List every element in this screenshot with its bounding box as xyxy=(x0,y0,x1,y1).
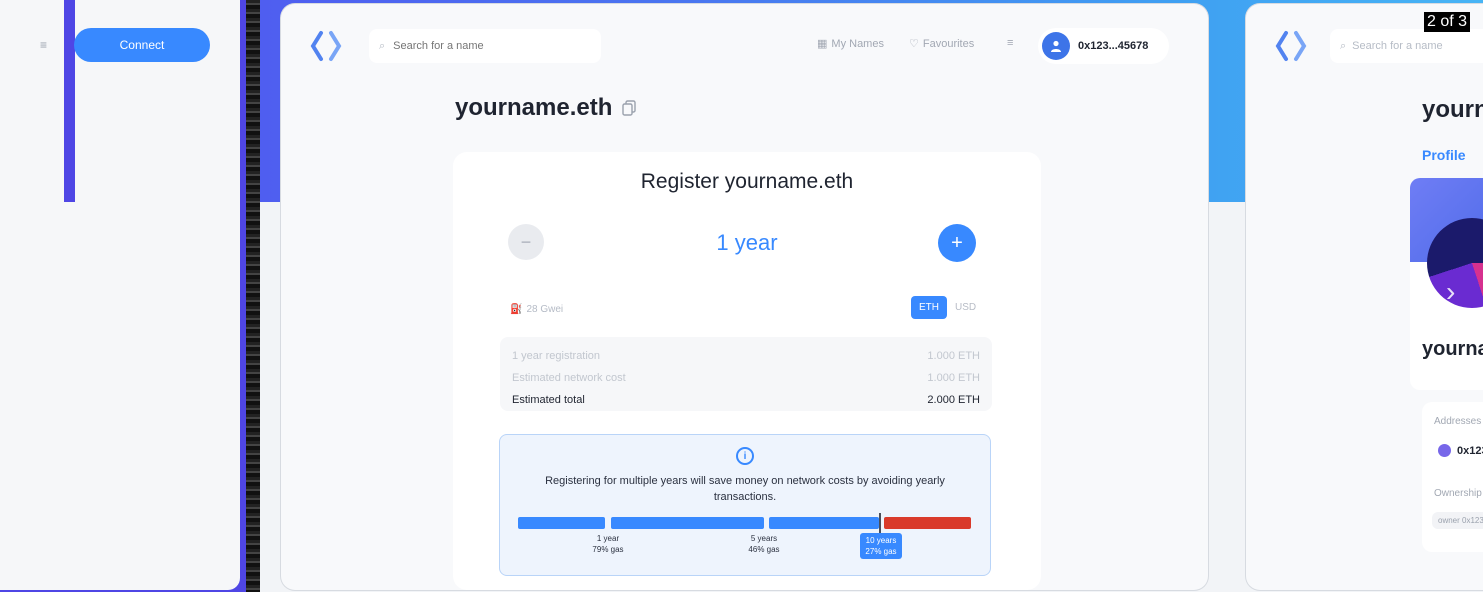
savings-mark: 1 year 79% gas xyxy=(590,533,626,555)
nav-my-names[interactable]: ▦ My Names xyxy=(817,37,884,51)
savings-mark: 5 years 46% gas xyxy=(746,533,782,555)
ens-logo-icon xyxy=(1275,31,1307,61)
accent-bar xyxy=(64,0,75,202)
invoice-total-row: Estimated total 2.000 ETH xyxy=(512,389,980,411)
invoice-table: 1 year registration 1.000 ETH Estimated … xyxy=(500,337,992,411)
search-icon: ⌕ xyxy=(379,39,386,52)
nav-favourites-label: Favourites xyxy=(922,37,975,50)
tab-profile[interactable]: Profile xyxy=(1422,147,1466,163)
duration-slider-handle[interactable] xyxy=(879,513,881,533)
slide-counter: 2 of 3 xyxy=(1424,12,1471,32)
copy-icon[interactable] xyxy=(622,100,637,116)
registration-heading: Register yourname.eth xyxy=(640,170,854,193)
profile-records: Addresses 0x123...45678 Ownership owner … xyxy=(1422,402,1483,552)
invoice-label: Estimated total xyxy=(512,394,585,406)
increase-years-button[interactable]: + xyxy=(938,224,976,262)
menu-icon[interactable]: ≡ xyxy=(40,38,47,52)
menu-button[interactable]: ≡ xyxy=(1007,37,1013,49)
invoice-value: 1.000 ETH xyxy=(927,372,980,384)
slide-current: ⌕ ▦ My Names ♡ Favourites ≡ 0x123...4567… xyxy=(281,4,1208,590)
ens-logo-icon[interactable] xyxy=(309,29,343,63)
savings-info-box: i Registering for multiple years will sa… xyxy=(499,434,991,576)
savings-segment-extra xyxy=(884,517,971,529)
search-bar[interactable]: ⌕ Search for a name xyxy=(1330,29,1483,63)
connect-button[interactable]: Connect xyxy=(74,28,210,62)
savings-segment xyxy=(611,517,764,529)
currency-eth[interactable]: ETH xyxy=(911,296,947,319)
savings-mark-sub: 27% gas xyxy=(865,547,897,556)
heart-icon: ♡ xyxy=(909,38,919,50)
nav-my-names-label: My Names xyxy=(831,37,884,50)
gas-price: ⛽ 28 Gwei xyxy=(510,304,563,315)
invoice-value: 2.000 ETH xyxy=(927,394,980,406)
invoice-value: 1.000 ETH xyxy=(927,350,980,362)
address-value: 0x123...45678 xyxy=(1457,444,1483,457)
page-title: yourname.eth xyxy=(1422,96,1483,123)
owner-chip[interactable]: owner 0x123...45678 xyxy=(1432,512,1483,529)
currency-usd[interactable]: USD xyxy=(949,296,982,319)
savings-mark-sub: 46% gas xyxy=(748,545,780,554)
savings-mark-label: 10 years xyxy=(865,536,897,545)
invoice-row: 1 year registration 1.000 ETH xyxy=(512,345,980,367)
search-placeholder: Search for a name xyxy=(1352,40,1443,52)
next-slide-arrow-icon[interactable]: › xyxy=(1446,276,1455,308)
registration-card: Register yourname.eth − 1 year + ⛽ 28 Gw… xyxy=(453,152,1041,590)
addresses-label: Addresses xyxy=(1434,416,1482,427)
page-title: yourname.eth xyxy=(455,94,637,122)
invoice-row: Estimated network cost 1.000 ETH xyxy=(512,367,980,389)
savings-mark-label: 5 years xyxy=(750,534,778,543)
address-chip[interactable]: 0x123...45678 xyxy=(1438,444,1483,457)
avatar xyxy=(1042,32,1070,60)
savings-mark-selected: 10 years 27% gas xyxy=(860,533,902,559)
eth-icon xyxy=(1438,444,1451,457)
savings-mark-label: 1 year xyxy=(596,534,620,543)
user-icon xyxy=(1051,40,1061,52)
search-icon: ⌕ xyxy=(1340,39,1347,52)
invoice-label: Estimated network cost xyxy=(512,372,626,384)
background-divider xyxy=(246,0,260,592)
search-input[interactable] xyxy=(391,39,576,53)
savings-segment xyxy=(518,517,605,529)
info-icon: i xyxy=(736,447,754,465)
savings-segment xyxy=(769,517,879,529)
profile-name: yourname.eth xyxy=(1422,338,1483,360)
wallet-button[interactable]: 0x123...45678 xyxy=(1038,28,1169,64)
menu-icon: ≡ xyxy=(1007,37,1014,49)
wallet-address: 0x123...45678 xyxy=(1078,40,1149,52)
slide-previous[interactable]: ≡ Connect xyxy=(0,0,240,590)
ownership-label: Ownership xyxy=(1434,488,1482,499)
search-bar[interactable]: ⌕ xyxy=(369,29,601,63)
gas-price-label: 28 Gwei xyxy=(526,304,564,315)
currency-toggle[interactable]: ETH USD xyxy=(911,296,982,319)
savings-mark-sub: 79% gas xyxy=(592,545,624,554)
grid-icon: ▦ xyxy=(817,38,828,50)
gas-pump-icon: ⛽ xyxy=(510,304,523,315)
page-title-text: yourname.eth xyxy=(455,94,613,121)
invoice-label: 1 year registration xyxy=(512,350,601,362)
savings-message: Registering for multiple years will save… xyxy=(545,475,945,503)
nav-favourites[interactable]: ♡ Favourites xyxy=(909,37,975,51)
